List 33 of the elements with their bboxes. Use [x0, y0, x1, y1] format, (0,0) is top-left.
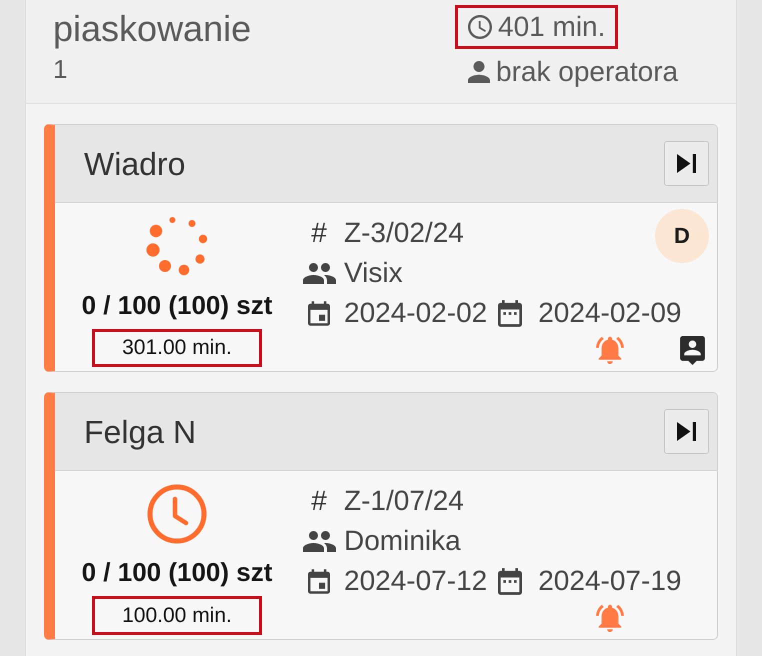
hash-sign: #: [311, 217, 327, 249]
people-icon: [302, 262, 336, 284]
people-icon: [302, 530, 336, 552]
order-number: Z-3/02/24: [344, 217, 464, 249]
skip-button[interactable]: [664, 141, 709, 186]
hash-sign: #: [311, 485, 327, 517]
order-title: Felga N: [84, 412, 196, 450]
client-name: Dominika: [344, 525, 461, 557]
skip-button[interactable]: [664, 409, 709, 454]
calendar-icon: [308, 568, 330, 594]
calendar-icon: [308, 300, 330, 326]
calendar-icon: [498, 568, 522, 594]
start-date: 2024-02-02: [344, 297, 488, 329]
duration-text: 100.00 min.: [122, 604, 232, 628]
quantity-text: 0 / 100 (100) szt: [82, 289, 272, 321]
avatar: D: [655, 209, 709, 263]
skip-next-icon: [677, 422, 696, 441]
order-number: Z-1/07/24: [344, 485, 464, 517]
end-date: 2024-07-19: [538, 565, 682, 597]
duration-text: 301.00 min.: [122, 336, 232, 360]
item-count: 1: [53, 53, 68, 86]
end-date: 2024-02-09: [538, 297, 682, 329]
start-date: 2024-07-12: [344, 565, 488, 597]
person-icon: [468, 60, 490, 84]
operator-text: brak operatora: [496, 56, 678, 88]
skip-next-icon: [677, 154, 696, 173]
order-title: Wiadro: [84, 144, 186, 182]
client-name: Visix: [344, 257, 403, 289]
quantity-text: 0 / 100 (100) szt: [82, 556, 272, 588]
clock-icon: [468, 15, 492, 39]
total-time: 401 min.: [498, 11, 606, 43]
section-title: piaskowanie: [53, 7, 252, 51]
calendar-icon: [498, 300, 522, 326]
